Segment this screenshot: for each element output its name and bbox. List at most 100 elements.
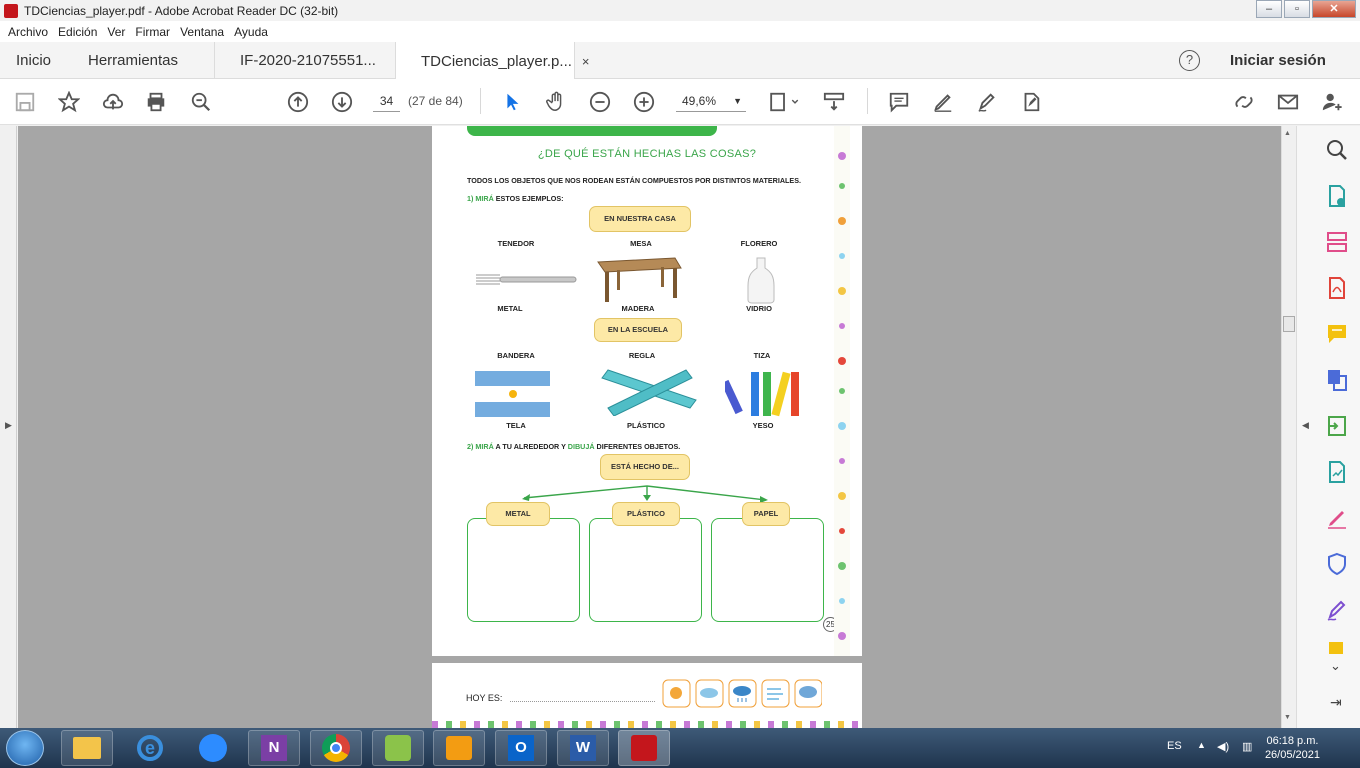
comment-icon[interactable] <box>887 91 911 115</box>
right-tools-panel: ◀ ⌄ ⇥ <box>1296 126 1360 728</box>
clock[interactable]: 06:18 p.m. 26/05/2021 <box>1265 734 1320 762</box>
sign-icon[interactable] <box>975 91 999 115</box>
menu-ventana[interactable]: Ventana <box>180 25 224 39</box>
tab-document-1[interactable]: IF-2020-21075551... <box>214 42 395 79</box>
vertical-scrollbar[interactable]: ▲ ▼ <box>1281 126 1295 728</box>
language-indicator[interactable]: ES <box>1167 740 1182 752</box>
zoom-out-icon[interactable] <box>588 91 612 115</box>
expand-left-panel-icon[interactable]: ▶ <box>5 420 12 431</box>
box-title-metal: METAL <box>486 502 550 526</box>
page-header-banner <box>467 126 717 136</box>
material-label: METAL <box>497 304 523 313</box>
question-1: 1) MIRÁ ESTOS EJEMPLOS: <box>467 194 564 203</box>
more-tools-icon[interactable] <box>1325 640 1349 654</box>
add-person-icon[interactable] <box>1320 91 1344 115</box>
bookmark-star-icon[interactable] <box>57 90 81 115</box>
panel-expand-icon[interactable]: ⇥ <box>1330 694 1342 711</box>
q2-text: A TU ALREDEDOR Y <box>493 442 568 451</box>
word-icon[interactable]: W <box>557 730 609 766</box>
tray-arrow-icon[interactable]: ▲ <box>1197 740 1206 750</box>
hand-tool-icon[interactable] <box>544 91 568 115</box>
decorative-border-bottom <box>432 721 862 728</box>
pdf-page-next: HOY ES: <box>432 663 862 728</box>
share-link-icon[interactable] <box>1232 91 1256 115</box>
signature-icon[interactable] <box>1325 598 1349 622</box>
chevron-down-icon[interactable]: ⌄ <box>1330 658 1341 674</box>
next-page-icon[interactable] <box>330 91 354 115</box>
outlook-icon[interactable]: O <box>495 730 547 766</box>
media-player-icon[interactable] <box>433 730 485 766</box>
zoom-search-icon[interactable] <box>1325 138 1349 162</box>
document-viewport[interactable]: ¿DE QUÉ ESTÁN HECHAS LAS COSAS? TODOS LO… <box>18 126 1281 728</box>
print-icon[interactable] <box>144 91 168 115</box>
highlight-pen-icon[interactable] <box>931 91 955 115</box>
tab-tools[interactable]: Herramientas <box>88 42 178 79</box>
box-title-plastic: PLÁSTICO <box>612 502 680 526</box>
menu-edicion[interactable]: Edición <box>58 25 97 39</box>
protect-shield-icon[interactable] <box>1325 552 1349 576</box>
combine-files-icon[interactable] <box>1325 368 1349 392</box>
tab-home-label: Inicio <box>16 52 52 69</box>
windows-taskbar: e N O W ES ▲ ◀) ▥ 06:18 p.m. 26/05/2021 <box>0 728 1360 768</box>
maximize-button[interactable]: ▫ <box>1284 0 1310 18</box>
menu-ver[interactable]: Ver <box>107 25 125 39</box>
tab-home[interactable]: Inicio <box>16 42 51 79</box>
menu-archivo[interactable]: Archivo <box>8 25 48 39</box>
onenote-icon[interactable]: N <box>248 730 300 766</box>
network-icon[interactable]: ▥ <box>1242 740 1252 753</box>
zoom-select[interactable]: 49,6% ▼ <box>676 90 746 112</box>
organize-pages-icon[interactable] <box>1325 230 1349 254</box>
edit-pdf-icon[interactable] <box>1019 91 1043 115</box>
zoom-search-icon[interactable] <box>189 91 213 115</box>
upload-cloud-icon[interactable] <box>101 91 125 115</box>
zoom-value: 49,6% <box>682 94 717 108</box>
q1-number: 1) MIRÁ <box>467 194 494 203</box>
collapse-right-panel-icon[interactable]: ◀ <box>1302 420 1309 431</box>
zoom-in-icon[interactable] <box>632 91 656 115</box>
item-label: TENEDOR <box>497 239 535 248</box>
internet-explorer-icon[interactable]: e <box>124 730 176 766</box>
title-bar: TDCiencias_player.pdf - Adobe Acrobat Re… <box>0 0 1360 21</box>
scroll-down-icon[interactable]: ▼ <box>1284 714 1291 721</box>
comment-tool-icon[interactable] <box>1325 322 1349 346</box>
previous-page-icon[interactable] <box>286 91 310 115</box>
close-tab-icon[interactable]: × <box>582 54 590 69</box>
scroll-up-icon[interactable]: ▲ <box>1284 130 1291 137</box>
menu-firmar[interactable]: Firmar <box>135 25 170 39</box>
fill-sign-icon[interactable] <box>1325 460 1349 484</box>
close-window-button[interactable]: ✕ <box>1312 0 1356 18</box>
scrollbar-thumb[interactable] <box>1283 316 1295 332</box>
flag-image <box>475 371 550 417</box>
item-label: REGLA <box>628 351 656 360</box>
help-icon[interactable]: ? <box>1179 50 1200 71</box>
zoom-app-icon[interactable] <box>187 730 239 766</box>
export-pdf-icon[interactable] <box>1325 184 1349 208</box>
volume-icon[interactable]: ◀) <box>1217 740 1229 753</box>
compress-pdf-icon[interactable] <box>1325 414 1349 438</box>
menu-ayuda[interactable]: Ayuda <box>234 25 268 39</box>
file-explorer-icon[interactable] <box>61 730 113 766</box>
chrome-icon[interactable] <box>310 730 362 766</box>
window-title: TDCiencias_player.pdf - Adobe Acrobat Re… <box>24 3 339 18</box>
item-label: FLORERO <box>740 239 778 248</box>
signin-link[interactable]: Iniciar sesión <box>1230 52 1326 69</box>
android-app-icon[interactable] <box>372 730 424 766</box>
save-icon[interactable] <box>13 91 37 115</box>
vase-image <box>747 257 775 304</box>
create-pdf-icon[interactable] <box>1325 276 1349 300</box>
item-label: BANDERA <box>497 351 535 360</box>
minimize-button[interactable]: – <box>1256 0 1282 18</box>
page-fit-icon[interactable] <box>766 91 802 115</box>
page-number-input[interactable]: 34 <box>373 90 400 112</box>
tab-document-2[interactable]: TDCiencias_player.p... × <box>395 42 590 80</box>
branch-arrows <box>522 485 768 503</box>
scroll-mode-icon[interactable] <box>822 91 846 115</box>
email-icon[interactable] <box>1276 91 1300 115</box>
drawing-box-plastic <box>589 518 702 622</box>
page-title: ¿DE QUÉ ESTÁN HECHAS LAS COSAS? <box>537 148 757 160</box>
made-of-bubble: ESTÁ HECHO DE... <box>600 454 690 480</box>
start-button[interactable] <box>6 730 44 766</box>
edit-tool-icon[interactable] <box>1325 506 1349 530</box>
select-cursor-icon[interactable] <box>500 91 524 115</box>
acrobat-taskbar-icon[interactable] <box>618 730 670 766</box>
